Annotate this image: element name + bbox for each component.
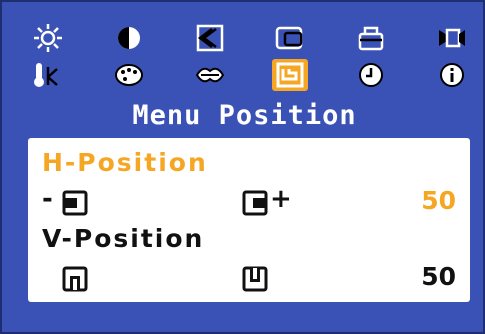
contrast-icon[interactable] [111, 22, 147, 54]
move-down-icon [242, 266, 268, 292]
h-position-value: 50 [421, 186, 456, 215]
settings-panel: H-Position - + 50 V-Position 50 [28, 138, 470, 302]
menu-position-icon[interactable] [272, 59, 309, 91]
h-minus-sign: - [42, 184, 53, 214]
video-icon[interactable] [434, 22, 470, 54]
image-lock-icon[interactable] [192, 22, 228, 54]
color-palette-icon[interactable] [111, 59, 147, 91]
language-icon[interactable] [192, 59, 228, 91]
move-right-icon [242, 190, 268, 216]
menu-icon-row-bottom [30, 59, 470, 91]
move-left-icon [62, 190, 88, 216]
menu-title: Menu Position [132, 100, 357, 131]
brightness-icon[interactable] [30, 22, 66, 54]
h-position-label[interactable]: H-Position [42, 148, 208, 177]
timer-icon[interactable] [353, 59, 389, 91]
color-temperature-icon[interactable] [30, 59, 66, 91]
v-position-control[interactable]: 50 [42, 262, 456, 296]
recall-icon[interactable] [353, 22, 389, 54]
image-size-icon[interactable] [272, 22, 308, 54]
information-icon[interactable] [434, 59, 470, 91]
osd-menu: Menu Position H-Position - + 50 V-Positi… [0, 0, 485, 334]
h-plus-sign: + [270, 184, 292, 214]
move-up-icon [62, 266, 88, 292]
v-position-value: 50 [421, 262, 456, 291]
menu-icon-row-top [30, 22, 470, 54]
h-position-control[interactable]: - + 50 [42, 184, 456, 220]
v-position-label[interactable]: V-Position [42, 224, 204, 253]
